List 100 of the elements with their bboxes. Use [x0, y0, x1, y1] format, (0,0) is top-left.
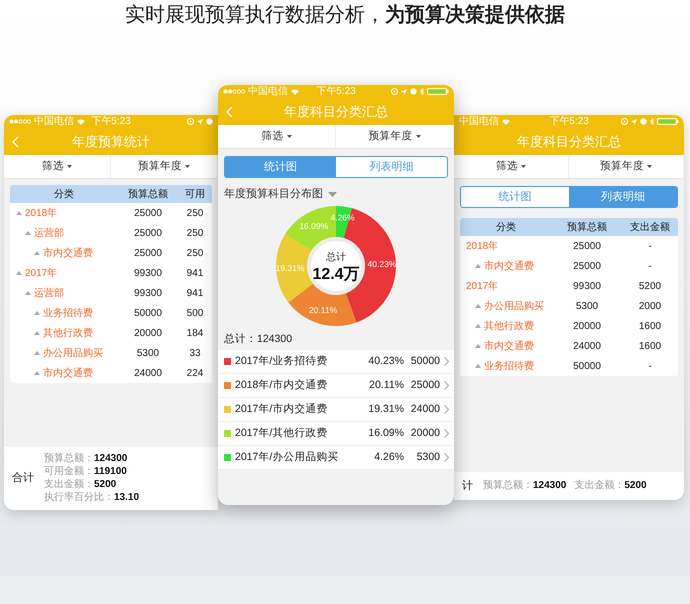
chevron-right-icon [444, 429, 449, 438]
tree-item[interactable]: 业务招待费 [460, 358, 552, 374]
column-header: 可用 [184, 188, 206, 202]
screen-title: 年度预算统计 [71, 132, 151, 151]
table-cell-text: 250 [186, 226, 204, 240]
filter-dropdown[interactable]: 筛选 [4, 155, 111, 178]
table-cell-text: 25000 [572, 240, 602, 254]
amount-value: 25000 [410, 378, 440, 393]
expand-arrow-icon [475, 264, 481, 268]
table-cell-text: 99300 [133, 286, 163, 300]
table-cell-text: 2000 [638, 300, 662, 314]
expand-arrow-icon [25, 231, 31, 235]
table-cell-text: 224 [186, 366, 204, 380]
tree-item[interactable]: 办公用品购买 [460, 298, 552, 314]
table-cell-text: 20000 [572, 320, 602, 334]
table-cell-text: 24000 [572, 340, 602, 354]
tree-item[interactable]: 市内交通费 [460, 338, 552, 354]
segment-tab[interactable]: 列表明细 [336, 157, 447, 177]
summary-label: 可用金额： [44, 466, 94, 477]
summary-value: 13.10 [114, 492, 140, 503]
caret-icon [521, 165, 526, 168]
signal-icon [9, 119, 31, 124]
bluetooth-icon [420, 88, 424, 95]
tree-item[interactable]: 市内交通费 [10, 366, 118, 380]
expand-arrow-icon [34, 331, 40, 335]
table-cell-text: 500 [186, 306, 204, 320]
segment-tab[interactable]: 统计图 [225, 157, 336, 177]
summary-value: 124300 [533, 480, 566, 491]
rotation-lock-icon [187, 118, 194, 125]
filter-dropdown[interactable]: 筛选 [454, 155, 569, 178]
back-icon [226, 106, 233, 118]
wifi-icon [77, 118, 85, 124]
summary-value: 5200 [624, 480, 647, 491]
filter-dropdown[interactable]: 筛选 [218, 125, 336, 148]
carrier-name: 中国电信 [459, 116, 499, 128]
bluetooth-icon [650, 118, 654, 125]
caret-icon [185, 165, 190, 168]
amount-value: 20000 [410, 426, 440, 441]
slice-label: 40.23% [368, 258, 396, 269]
expand-arrow-icon [475, 324, 481, 328]
expand-arrow-icon [25, 291, 31, 295]
expand-arrow-icon [16, 211, 22, 215]
expand-arrow-icon [34, 251, 40, 255]
table-cell-text: 250 [186, 246, 204, 260]
tree-item[interactable]: 运营部 [10, 286, 118, 300]
tree-item[interactable]: 2018年 [460, 238, 552, 254]
amount-value: 5300 [416, 450, 440, 465]
total-label: 合计 [12, 471, 34, 486]
table-cell-text: 33 [188, 346, 202, 360]
tree-item[interactable]: 业务招待费 [10, 306, 118, 320]
legend-label: 2017年/业务招待费 [235, 354, 328, 369]
expand-arrow-icon [475, 304, 481, 308]
legend-label: 2017年/其他行政费 [235, 426, 328, 441]
location-icon [401, 88, 407, 94]
summary-label: 支出金额： [44, 479, 94, 490]
column-header: 预算总额 [127, 188, 169, 202]
amount-value: 50000 [410, 354, 440, 369]
caret-icon [286, 135, 292, 138]
expand-arrow-icon [34, 311, 40, 315]
segment-tab[interactable]: 列表明细 [569, 187, 677, 207]
rotation-lock-icon [621, 118, 628, 125]
expand-arrow-icon [34, 351, 40, 355]
slice-label: 19.31% [276, 262, 304, 273]
carrier-name: 中国电信 [34, 116, 74, 128]
tree-item[interactable]: 2017年 [10, 266, 118, 280]
table-cell-text: 941 [186, 286, 204, 300]
signal-icon [223, 89, 245, 94]
tree-item[interactable]: 市内交通费 [10, 246, 118, 260]
filter-dropdown[interactable]: 预算年度 [569, 155, 684, 178]
dropdown-icon [328, 192, 337, 197]
center-value: 12.4万 [312, 266, 360, 282]
tree-item[interactable]: 其他行政费 [460, 318, 552, 334]
chevron-right-icon [444, 453, 449, 462]
legend-label: 2017年/市内交通费 [235, 402, 328, 417]
tree-item[interactable]: 2017年 [460, 278, 552, 294]
wifi-icon [502, 118, 510, 124]
battery-icon [427, 88, 449, 95]
tree-item[interactable]: 2018年 [10, 206, 118, 220]
table-cell-text: 99300 [572, 280, 602, 294]
tree-item[interactable]: 其他行政费 [10, 326, 118, 340]
expand-arrow-icon [34, 371, 40, 375]
tree-item[interactable]: 办公用品购买 [10, 346, 118, 360]
column-header: 分类 [495, 220, 517, 234]
tree-item[interactable]: 运营部 [10, 226, 118, 240]
rotation-lock-icon [391, 88, 398, 95]
summary-label: 预算总额： [483, 480, 533, 491]
status-time: 下午5:23 [316, 86, 356, 98]
chevron-right-icon [444, 381, 449, 390]
back-icon [12, 136, 19, 148]
summary-label: 预算总额： [44, 453, 94, 464]
total-text: 总计：124300 [223, 332, 294, 346]
table-cell-text: 5300 [136, 346, 160, 360]
carrier-name: 中国电信 [248, 86, 288, 98]
segment-tab[interactable]: 统计图 [461, 187, 569, 207]
caret-icon [416, 135, 420, 138]
caret-icon [647, 165, 652, 168]
percent-value: 16.09% [368, 426, 404, 441]
summary-label: 支出金额： [574, 480, 624, 491]
tree-item[interactable]: 市内交通费 [460, 258, 552, 274]
table-cell-text: 20000 [133, 326, 163, 340]
